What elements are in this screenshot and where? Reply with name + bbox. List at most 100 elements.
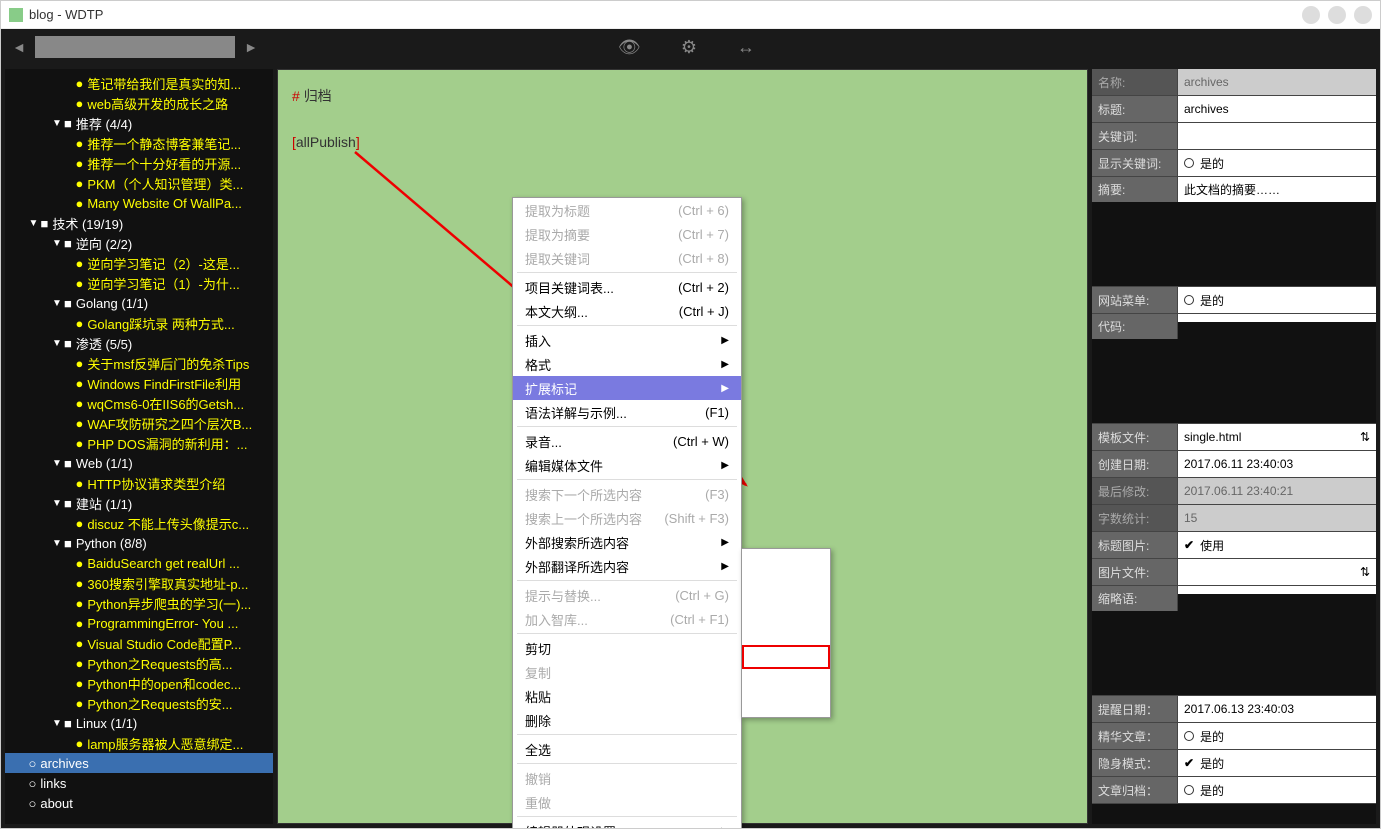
sidebar-tree[interactable]: ●笔记带给我们是真实的知... ●web高级开发的成长之路 ▼■推荐 (4/4)… [5,69,273,824]
menu-item[interactable]: 项目关键词表... (Ctrl + 2) [513,275,741,299]
radio-icon[interactable] [1184,295,1194,305]
chevron-updown-icon[interactable]: ⇅ [1360,565,1370,579]
menu-item[interactable]: 格式▶ [513,352,741,376]
tree-item[interactable]: ●笔记带给我们是真实的知... [5,73,273,93]
tree-item[interactable]: ●HTTP协议请求类型介绍 [5,473,273,493]
property-value[interactable]: ✔使用 [1178,532,1376,558]
tree-item[interactable]: ●Golang踩坑录 两种方式... [5,313,273,333]
property-value[interactable]: 2017.06.13 23:40:03 [1178,696,1376,722]
submenu-item[interactable]: 整站索引 [742,693,830,717]
tree-folder[interactable]: ▼■逆向 (2/2) [5,233,273,253]
tree-item[interactable]: ●web高级开发的成长之路 [5,93,273,113]
nav-forward-icon[interactable]: ► [241,37,261,57]
tree-folder[interactable]: ▼■Golang (1/1) [5,293,273,313]
tree-item[interactable]: ○about [5,793,273,813]
property-value[interactable] [1178,314,1376,322]
eye-icon[interactable]: 👁 [618,37,641,58]
menu-item[interactable]: 外部翻译所选内容▶ [513,554,741,578]
tree-item[interactable]: ●关于msf反弹后门的免杀Tips [5,353,273,373]
tree-item[interactable]: ●360搜索引擎取真实地址-p... [5,573,273,593]
property-value[interactable]: ✔是的 [1178,750,1376,776]
submenu-item[interactable]: 精华文章 [742,597,830,621]
tree-item[interactable]: ●lamp服务器被人恶意绑定... [5,733,273,753]
tree-item[interactable]: ○links [5,773,273,793]
tree-label: 笔记带给我们是真实的知... [87,74,241,93]
menu-item[interactable]: 全选 [513,737,741,761]
menu-item[interactable]: 语法详解与示例... (F1) [513,400,741,424]
gear-icon[interactable]: ⚙ [681,37,697,58]
property-value[interactable] [1178,586,1376,594]
tree-item[interactable]: ●ProgrammingError- You ... [5,613,273,633]
width-icon[interactable]: ↔ [737,37,755,58]
submenu-arrow-icon: ▶ [721,537,729,548]
tree-item[interactable]: ●BaiduSearch get realUrl ... [5,553,273,573]
tree-item[interactable]: ●WAF攻防研究之四个层次B... [5,413,273,433]
submenu-arrow-icon: ▶ [721,359,729,370]
tree-item[interactable]: ●Visual Studio Code配置P... [5,633,273,653]
property-value[interactable]: ⇅ [1178,559,1376,585]
submenu-item[interactable]: 最新发布 [742,549,830,573]
tree-item[interactable]: ●Many Website Of WallPa... [5,193,273,213]
menu-item[interactable]: 剪切 [513,636,741,660]
menu-item[interactable]: 本文大纲... (Ctrl + J) [513,299,741,323]
menu-item[interactable]: 插入▶ [513,328,741,352]
radio-icon[interactable] [1184,158,1194,168]
property-value[interactable]: 是的 [1178,287,1376,313]
tree-item[interactable]: ●推荐一个十分好看的开源... [5,153,273,173]
tree-item[interactable]: ●PKM（个人知识管理）类... [5,173,273,193]
tree-folder[interactable]: ▼■推荐 (4/4) [5,113,273,133]
nav-back-icon[interactable]: ◄ [9,37,29,57]
property-label: 最后修改: [1092,478,1178,504]
tree-item[interactable]: ●逆向学习笔记（2）-这是... [5,253,273,273]
tree-item[interactable]: ●Python异步爬虫的学习(一)... [5,593,273,613]
property-value[interactable]: 是的 [1178,150,1376,176]
menu-item[interactable]: 删除 [513,708,741,732]
tree-item[interactable]: ●Python中的open和codec... [5,673,273,693]
check-icon[interactable]: ✔ [1184,756,1194,770]
search-input[interactable] [35,36,235,58]
tree-folder[interactable]: ▼■Web (1/1) [5,453,273,473]
tree-item[interactable]: ●推荐一个静态博客兼笔记... [5,133,273,153]
tree-item[interactable]: ●Python之Requests的安... [5,693,273,713]
property-value[interactable]: single.html⇅ [1178,424,1376,450]
context-menu[interactable]: 提取为标题 (Ctrl + 6)提取为摘要 (Ctrl + 7)提取关键词 (C… [512,197,742,828]
menu-item[interactable]: 外部搜索所选内容▶ [513,530,741,554]
tree-folder[interactable]: ▼■建站 (1/1) [5,493,273,513]
tree-item[interactable]: ●Python之Requests的高... [5,653,273,673]
property-value[interactable]: 2017.06.11 23:40:03 [1178,451,1376,477]
submenu-item[interactable]: 发布记录 [742,645,830,669]
tree-item[interactable]: ●wqCms6-0在IIS6的Getsh... [5,393,273,413]
maximize-button[interactable] [1328,6,1346,24]
tree-item[interactable]: ○archives [5,753,273,773]
property-value[interactable]: 是的 [1178,723,1376,749]
editor-area[interactable]: # 归档 [allPublish] 提取为标题 (Ctrl + 6)提取为摘要 … [277,69,1088,824]
tree-item[interactable]: ●Windows FindFirstFile利用 [5,373,273,393]
tree-folder[interactable]: ▼■技术 (19/19) [5,213,273,233]
submenu[interactable]: 最新发布最近更新精华文章更新记录发布记录随机推荐整站索引 [741,548,831,718]
tree-item[interactable]: ●discuz 不能上传头像提示c... [5,513,273,533]
tree-folder[interactable]: ▼■Python (8/8) [5,533,273,553]
tree-folder[interactable]: ▼■Linux (1/1) [5,713,273,733]
tree-item[interactable]: ●PHP DOS漏洞的新利用：... [5,433,273,453]
property-row: 显示关键词:是的 [1092,150,1376,177]
submenu-item[interactable]: 更新记录 [742,621,830,645]
property-value[interactable]: archives [1178,96,1376,122]
menu-item[interactable]: 编辑媒体文件▶ [513,453,741,477]
tree-item[interactable]: ●逆向学习笔记（1）-为什... [5,273,273,293]
property-value[interactable] [1178,123,1376,149]
menu-item[interactable]: 粘贴 [513,684,741,708]
radio-icon[interactable] [1184,731,1194,741]
menu-item[interactable]: 扩展标记▶最新发布最近更新精华文章更新记录发布记录随机推荐整站索引 [513,376,741,400]
property-value[interactable]: 是的 [1178,777,1376,803]
submenu-item[interactable]: 最近更新 [742,573,830,597]
submenu-item[interactable]: 随机推荐 [742,669,830,693]
close-button[interactable] [1354,6,1372,24]
tree-folder[interactable]: ▼■渗透 (5/5) [5,333,273,353]
radio-icon[interactable] [1184,785,1194,795]
minimize-button[interactable] [1302,6,1320,24]
chevron-updown-icon[interactable]: ⇅ [1360,430,1370,444]
menu-item[interactable]: 录音... (Ctrl + W) [513,429,741,453]
check-icon[interactable]: ✔ [1184,538,1194,552]
menu-item[interactable]: 编辑器外观设置▶ [513,819,741,828]
property-value[interactable]: 此文档的摘要…… [1178,177,1376,202]
